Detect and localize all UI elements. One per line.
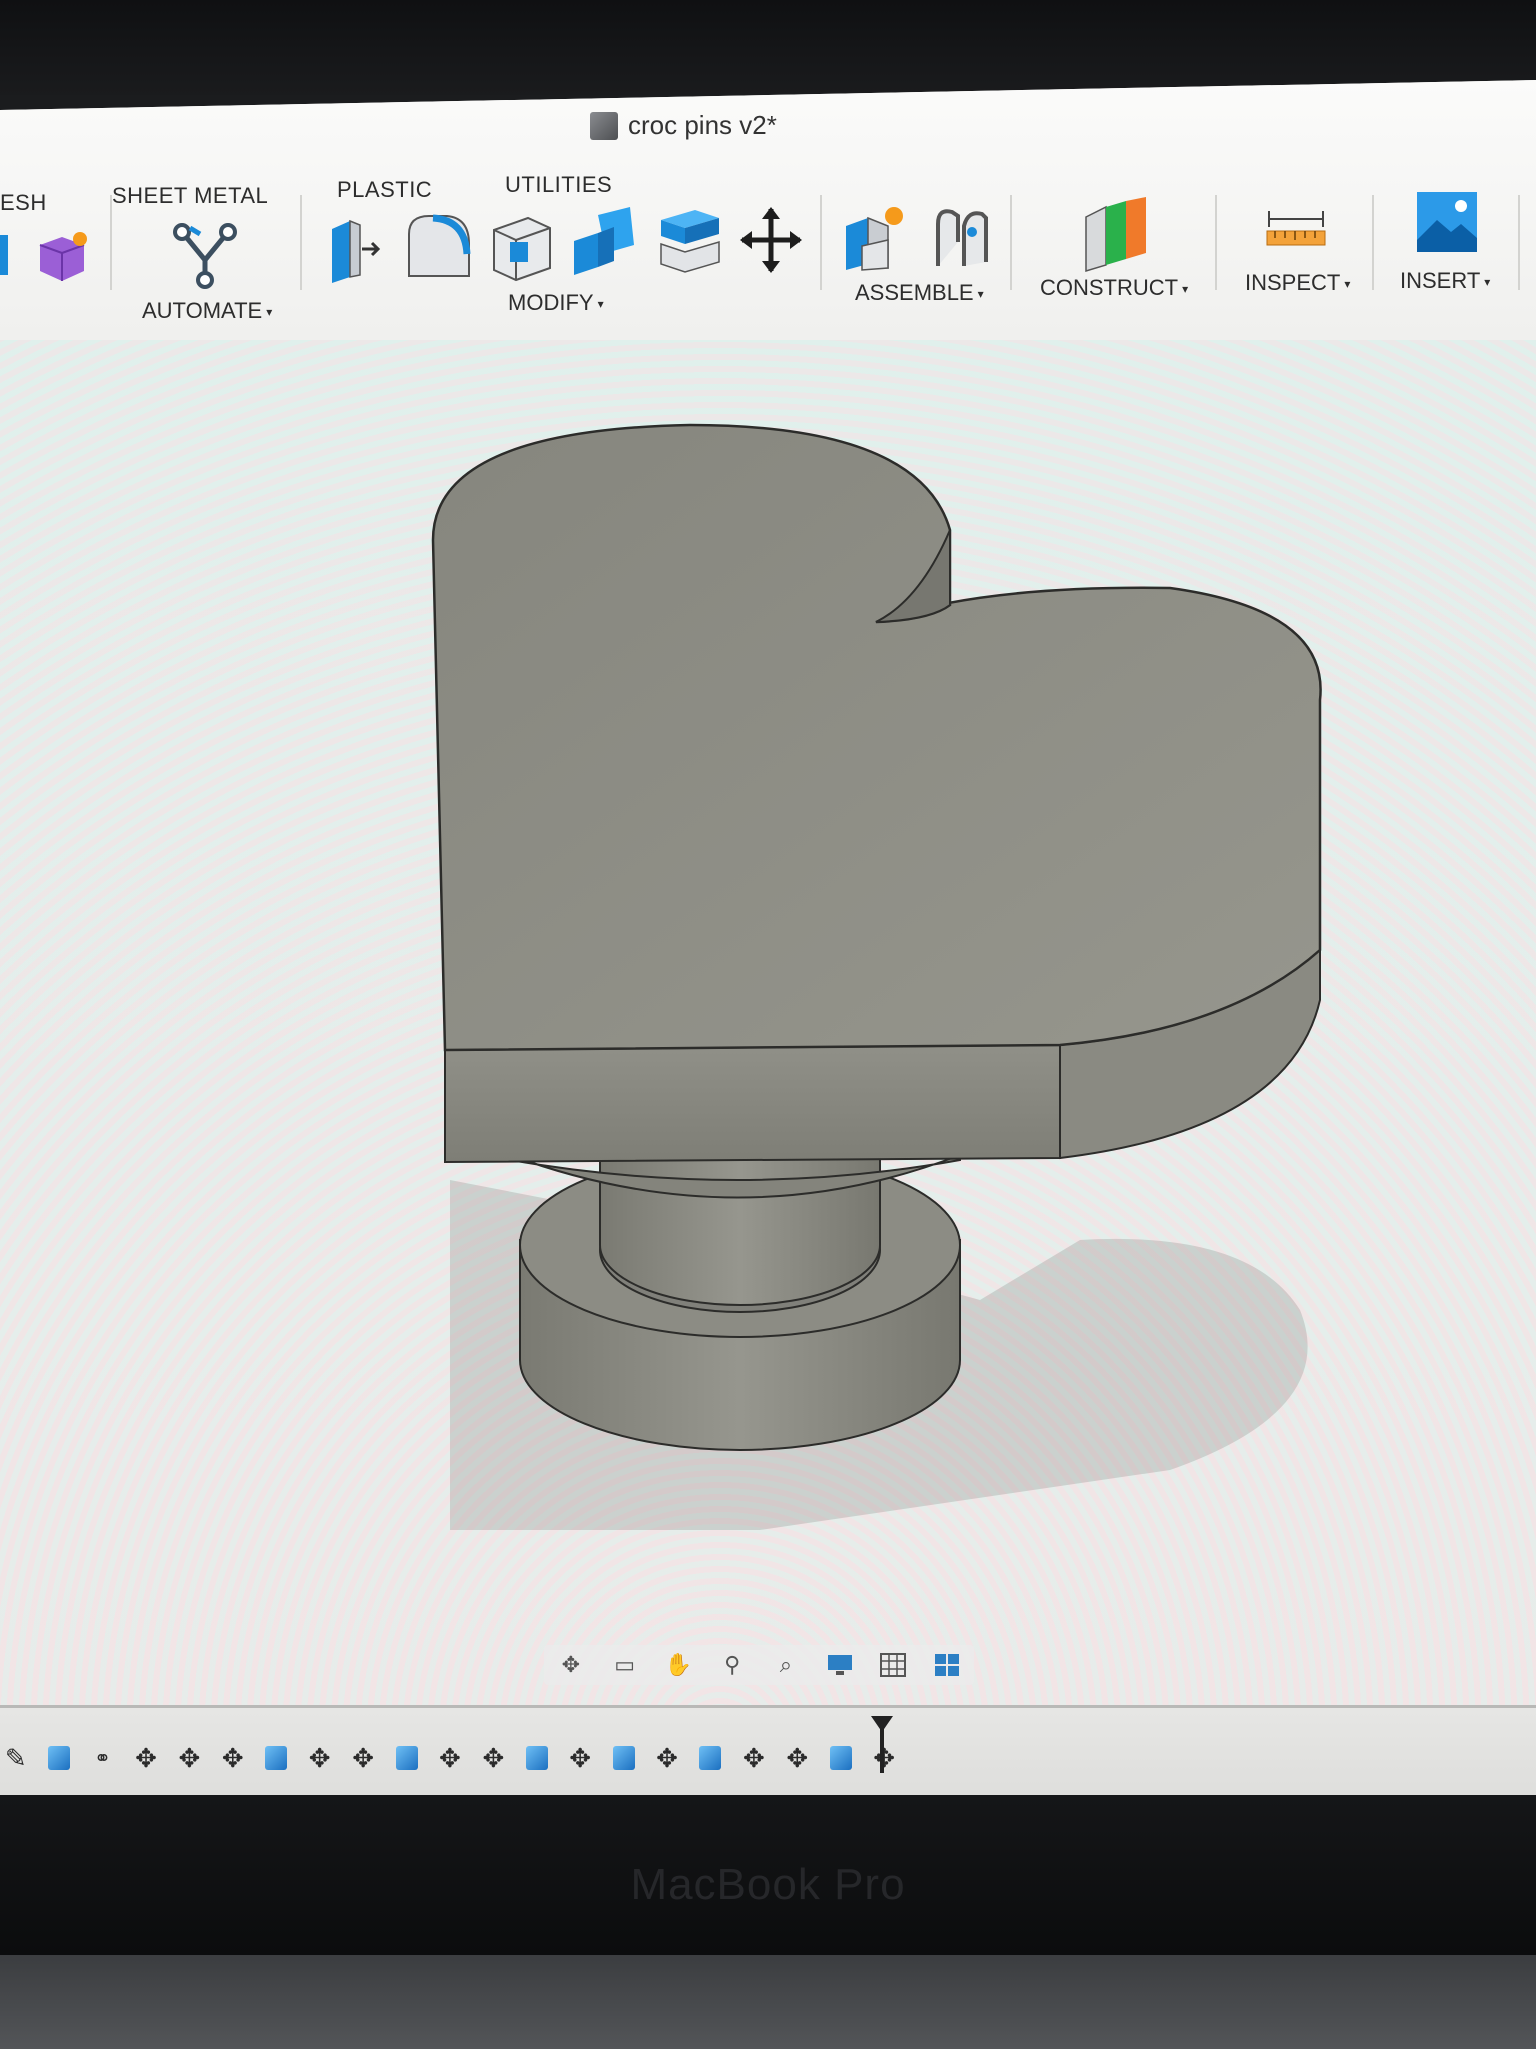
timeline-move-icon[interactable]: ✥: [782, 1742, 813, 1774]
create-sketch-icon[interactable]: [0, 230, 10, 280]
tab-utilities[interactable]: UTILITIES: [505, 172, 612, 198]
timeline-body-icon[interactable]: [608, 1742, 639, 1774]
automate-icon[interactable]: [170, 220, 240, 292]
shell-icon[interactable]: [488, 210, 554, 284]
orbit-icon[interactable]: ✥: [554, 1650, 588, 1680]
ribbon-toolbar: croc pins v2* ESH SHEET METAL PLASTIC UT…: [0, 80, 1536, 342]
timeline-move-icon[interactable]: ✥: [868, 1742, 899, 1774]
timeline-move-icon[interactable]: ✥: [347, 1742, 378, 1774]
heart-top-face: [431, 423, 1322, 1052]
timeline-sketch-icon[interactable]: ✎: [0, 1742, 31, 1774]
toolbar-separator: [1518, 195, 1520, 290]
timeline-move-icon[interactable]: ✥: [478, 1742, 509, 1774]
document-cube-icon: [590, 111, 618, 140]
toolbar-separator: [300, 195, 302, 290]
toolbar-separator: [1372, 195, 1374, 290]
laptop-top-bezel: [0, 0, 1536, 95]
document-title: croc pins v2*: [590, 110, 777, 141]
timeline-move-icon[interactable]: ✥: [217, 1742, 248, 1774]
fusion-app-window: croc pins v2* ESH SHEET METAL PLASTIC UT…: [0, 80, 1536, 1800]
create-form-icon[interactable]: [32, 227, 96, 291]
press-pull-icon[interactable]: [322, 215, 384, 287]
look-at-icon[interactable]: ▭: [608, 1650, 642, 1680]
timeline-body-icon[interactable]: [521, 1742, 552, 1774]
new-component-icon[interactable]: [842, 202, 910, 274]
timeline-move-icon[interactable]: ✥: [564, 1742, 595, 1774]
assemble-group-label[interactable]: ASSEMBLE ▾: [855, 280, 984, 306]
measure-icon[interactable]: [1265, 205, 1327, 255]
timeline-move-icon[interactable]: ✥: [651, 1742, 682, 1774]
grid-icon[interactable]: [876, 1650, 910, 1680]
timeline-body-icon[interactable]: [391, 1742, 422, 1774]
toolbar-separator: [1010, 195, 1012, 290]
construct-group-label[interactable]: CONSTRUCT ▾: [1040, 275, 1188, 301]
timeline-body-icon[interactable]: [825, 1742, 856, 1774]
viewports-icon[interactable]: [930, 1650, 964, 1680]
navigation-bar: ✥ ▭ ✋ ⚲ ⌕: [544, 1645, 974, 1685]
3d-viewport[interactable]: [0, 340, 1536, 1790]
timeline-move-icon[interactable]: ✥: [738, 1742, 769, 1774]
timeline-joint-icon[interactable]: ⚭: [87, 1742, 118, 1774]
desk-surface: [0, 1955, 1536, 2049]
offset-plane-icon[interactable]: [1080, 195, 1152, 273]
toolbar-separator: [820, 195, 822, 290]
fit-icon[interactable]: ⌕: [769, 1650, 803, 1680]
heart-front-side: [444, 1043, 1061, 1164]
display-settings-icon[interactable]: [823, 1650, 857, 1680]
zoom-icon[interactable]: ⚲: [715, 1650, 749, 1680]
inspect-group-label[interactable]: INSPECT ▾: [1245, 270, 1350, 296]
replace-face-icon[interactable]: [655, 200, 725, 276]
timeline-move-icon[interactable]: ✥: [434, 1742, 465, 1774]
timeline-body-icon[interactable]: [261, 1742, 292, 1774]
combine-icon[interactable]: [570, 205, 638, 281]
insert-group-label[interactable]: INSERT ▾: [1400, 268, 1490, 294]
toolbar-separator: [110, 195, 112, 290]
timeline-body-icon[interactable]: [43, 1742, 74, 1774]
timeline-move-icon[interactable]: ✥: [130, 1742, 161, 1774]
heart-pin-model[interactable]: [0, 340, 1536, 1790]
design-timeline: ✎ ⚭ ✥ ✥ ✥ ✥ ✥ ✥ ✥ ✥ ✥ ✥ ✥ ✥: [0, 1705, 1536, 1798]
pan-icon[interactable]: ✋: [661, 1650, 695, 1680]
toolbar-separator: [1215, 195, 1217, 290]
modify-group-label[interactable]: MODIFY ▾: [508, 290, 604, 316]
move-copy-icon[interactable]: [738, 205, 804, 275]
tab-sheet-metal[interactable]: SHEET METAL: [112, 183, 268, 209]
timeline-move-icon[interactable]: ✥: [174, 1742, 205, 1774]
document-title-text: croc pins v2*: [628, 110, 777, 140]
timeline-track: ✎ ⚭ ✥ ✥ ✥ ✥ ✥ ✥ ✥ ✥ ✥ ✥ ✥ ✥: [0, 1733, 900, 1783]
insert-canvas-icon[interactable]: [1415, 190, 1479, 256]
laptop-brand-label: MacBook Pro: [630, 1860, 906, 1909]
automate-group-label[interactable]: AUTOMATE ▾: [142, 298, 272, 324]
timeline-marker[interactable]: [871, 1716, 893, 1773]
tab-mesh[interactable]: ESH: [0, 190, 47, 216]
tab-plastic[interactable]: PLASTIC: [337, 177, 432, 203]
fillet-icon[interactable]: [405, 210, 471, 282]
joint-icon[interactable]: [928, 202, 994, 272]
timeline-move-icon[interactable]: ✥: [304, 1742, 335, 1774]
timeline-body-icon[interactable]: [695, 1742, 726, 1774]
